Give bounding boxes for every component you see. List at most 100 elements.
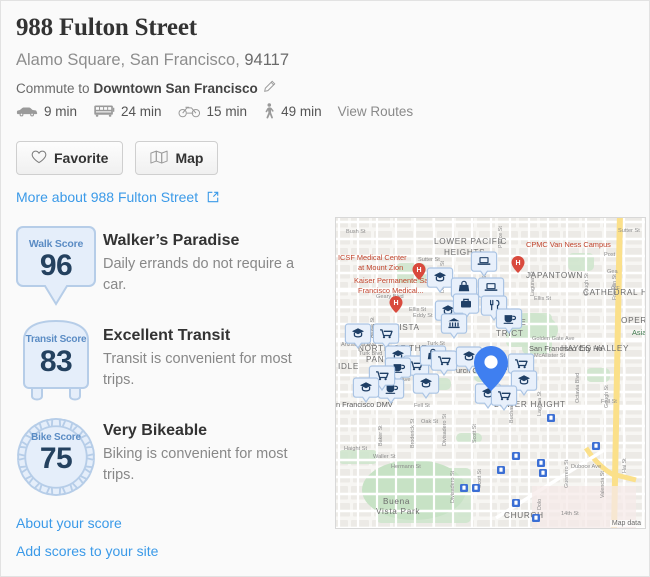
favorite-button-label: Favorite <box>54 150 108 166</box>
transit-score-value: 83 <box>15 345 97 379</box>
map-street-label-vertical: Pierce St <box>498 226 504 248</box>
map-street-label: Waller St <box>373 454 396 460</box>
map-street-label: 14th St <box>561 511 579 517</box>
map-street-label: Post <box>604 252 616 258</box>
map-street-label-vertical: Divisadero St <box>450 470 456 503</box>
map-attribution: Map data <box>610 520 643 527</box>
map-street-label-vertical: Valencia St <box>600 471 606 498</box>
map-street-label: Fell St <box>414 403 430 409</box>
commute-time-car: 9 min <box>44 104 77 119</box>
favorite-button[interactable]: Favorite <box>16 141 123 175</box>
map-transit-marker <box>537 459 545 467</box>
map-transit-marker <box>460 484 468 492</box>
map-transit-marker <box>512 499 520 507</box>
map-transit-marker <box>532 514 540 522</box>
action-button-group: Favorite Map <box>16 141 218 175</box>
map-street-label: Eddy St <box>413 313 433 319</box>
map-street-label: McAllister St <box>534 353 566 359</box>
map-street-label-vertical: Gough St <box>584 273 590 296</box>
map-neighborhood-label: OPERA P <box>621 316 645 325</box>
transit-score-text: Excellent Transit Transit is convenient … <box>103 326 318 391</box>
map-poi-label: San Francisco City Ha <box>529 344 603 353</box>
map-street-label: Hermann St <box>391 464 421 470</box>
bus-icon <box>93 104 115 118</box>
commute-mode-car: 9 min <box>16 104 77 119</box>
add-scores-to-site-link[interactable]: Add scores to your site <box>16 543 158 559</box>
map-transit-marker <box>592 442 600 450</box>
commute-mode-transit: 24 min <box>93 104 162 119</box>
bike-score-title: Very Bikeable <box>103 421 318 441</box>
map-poi-label: n Francisco DMV <box>336 400 393 409</box>
score-row-bike: Bike Score 75 Very Bikeable Biking is co… <box>15 413 325 508</box>
walk-score-title: Walker’s Paradise <box>103 231 318 251</box>
map-panel[interactable]: LOWER PACIFICHEIGHTSJAPANTOWNCATHEDRAL H… <box>335 217 646 529</box>
map-street-label-vertical: Divisadero St <box>442 413 448 446</box>
commute-destination-link[interactable]: Downtown San Francisco <box>94 81 258 96</box>
map-street-label: Sutter St <box>618 228 640 234</box>
commute-time-bike: 15 min <box>207 104 248 119</box>
bike-score-value: 75 <box>15 442 97 476</box>
commute-destination-row: Commute to Downtown San Francisco <box>16 80 276 96</box>
commute-time-transit: 24 min <box>121 104 162 119</box>
map-neighborhood-label: IDLE <box>338 362 359 371</box>
map-neighborhood-label: Vista Park <box>376 507 420 516</box>
map-transit-marker <box>539 469 547 477</box>
map-street-label: Bush St <box>346 229 366 235</box>
map-folded-icon <box>150 150 168 167</box>
map-transit-marker <box>497 466 505 474</box>
bicycle-icon <box>178 104 201 118</box>
bike-score-badge[interactable]: Bike Score 75 <box>15 413 97 501</box>
map-street-label-vertical: Octavia Blvd <box>575 373 581 403</box>
commute-mode-walk: 49 min <box>263 103 322 119</box>
map-street-label-vertical: Hai St <box>622 458 628 473</box>
map-neighborhood-label: Buena <box>383 497 410 506</box>
map-poi-label: ICSF Medical Center <box>338 253 407 262</box>
map-street-label-vertical: Gough St <box>604 385 610 408</box>
map-street-label-vertical: Laguna St <box>537 391 543 416</box>
page-title: 988 Fulton Street <box>16 14 197 42</box>
walk-score-value: 96 <box>15 249 97 283</box>
transit-score-description: Transit is convenient for most trips. <box>103 349 318 391</box>
map-street-label-vertical: Guerrero St <box>564 459 570 488</box>
map-button[interactable]: Map <box>135 141 218 175</box>
walk-score-card: 988 Fulton Street Alamo Square, San Fran… <box>0 0 650 577</box>
map-poi-label: at Mount Zion <box>358 263 403 272</box>
pencil-icon[interactable] <box>263 80 276 96</box>
score-row-walk: Walk Score 96 Walker’s Paradise Daily er… <box>15 223 325 318</box>
map-street-label: Oak St <box>421 419 439 425</box>
more-about-link[interactable]: More about 988 Fulton Street <box>16 189 219 206</box>
car-icon <box>16 104 38 118</box>
svg-text:H: H <box>515 260 520 267</box>
map-street-label: Turk Blvd <box>359 351 382 357</box>
walk-score-description: Daily errands do not require a car. <box>103 254 318 296</box>
bike-score-text: Very Bikeable Biking is convenient for m… <box>103 421 318 486</box>
bike-score-description: Biking is convenient for most trips. <box>103 444 318 486</box>
map-street-label: Golden Gate Ave <box>532 336 575 342</box>
address-zip: 94117 <box>244 51 289 69</box>
map-neighborhood-label: LOWER PACIFIC <box>434 237 507 246</box>
map-transit-marker <box>512 452 520 460</box>
map-street-label: Duboce Ave <box>571 464 601 470</box>
walk-score-badge[interactable]: Walk Score 96 <box>15 223 97 311</box>
transit-score-badge[interactable]: Transit Score 83 <box>15 318 97 406</box>
map-street-label-vertical: Laguna St <box>530 271 536 296</box>
map-street-label: Ellis St <box>409 307 427 313</box>
pedestrian-icon <box>263 103 275 119</box>
walk-score-text: Walker’s Paradise Daily errands do not r… <box>103 231 318 296</box>
commute-prefix-label: Commute to <box>16 81 90 96</box>
heart-icon <box>31 150 47 167</box>
map-poi-label: Asian <box>632 328 645 337</box>
address-subtitle: Alamo Square, San Francisco, 94117 <box>16 51 289 70</box>
map-street-label: Gea <box>607 269 618 275</box>
commute-times-row: 9 min 24 min <box>16 103 413 119</box>
transit-score-title: Excellent Transit <box>103 326 318 346</box>
about-your-score-link[interactable]: About your score <box>16 515 158 531</box>
map-street-label-vertical: Franklin St <box>612 274 618 300</box>
view-routes-link[interactable]: View Routes <box>338 104 414 119</box>
map-button-label: Map <box>175 150 203 166</box>
map-street-label: Haight St <box>344 446 367 452</box>
footer-link-list: About your score Add scores to your site <box>16 515 158 571</box>
external-link-icon <box>207 190 219 206</box>
map-transit-marker <box>547 414 555 422</box>
score-row-transit: Transit Score 83 Excellent Transit Trans… <box>15 318 325 413</box>
